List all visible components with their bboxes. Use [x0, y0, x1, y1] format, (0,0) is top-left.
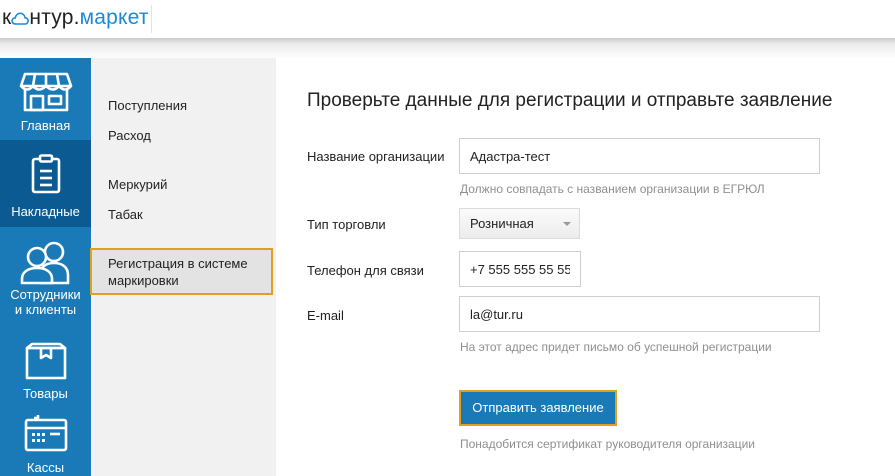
submenu-item-marking-registration[interactable]: Регистрация в системе маркировки: [90, 248, 273, 295]
sidebar-item-home[interactable]: Главная: [0, 58, 91, 140]
app-header: к нтур.маркет: [0, 0, 895, 38]
submenu-active-line1: Регистрация в системе: [108, 256, 248, 271]
submenu-item-mercury[interactable]: Меркурий: [108, 177, 167, 192]
sidebar-label-home: Главная: [20, 118, 71, 133]
sidebar-label-staff: Сотрудники: [10, 287, 81, 302]
email-label: E-mail: [307, 308, 344, 323]
header-shadow: [0, 38, 895, 58]
sidebar-label-invoices: Накладные: [11, 204, 80, 219]
storefront-icon: [19, 72, 72, 112]
submenu-item-receipts[interactable]: Поступления: [108, 98, 187, 113]
email-input[interactable]: [459, 296, 820, 332]
sidebar-item-cash-registers[interactable]: Кассы: [0, 407, 91, 476]
sidebar-item-staff-clients[interactable]: Сотрудники и клиенты: [0, 227, 91, 330]
sidebar-item-invoices[interactable]: Накладные: [0, 140, 91, 227]
submenu-item-tobacco[interactable]: Табак: [108, 207, 143, 222]
cloud-icon: [11, 12, 30, 25]
page-title: Проверьте данные для регистрации и отпра…: [307, 90, 833, 111]
org-name-input[interactable]: [459, 138, 820, 174]
logo-text-start: к: [2, 6, 12, 29]
header-divider: [151, 5, 152, 33]
submit-hint: Понадобится сертификат руководителя орга…: [460, 437, 756, 451]
org-name-label: Название организации: [307, 149, 445, 164]
people-icon: [20, 241, 69, 285]
box-icon: [25, 342, 66, 380]
clipboard-icon: [31, 154, 60, 194]
submit-button-label: Отправить заявление: [472, 400, 604, 415]
trade-type-value: Розничная: [470, 216, 534, 231]
sidebar-label-cash-registers: Кассы: [26, 460, 65, 475]
trade-type-label: Тип торговли: [307, 217, 386, 232]
email-hint: На этот адрес придет письмо об успешной …: [460, 340, 772, 354]
phone-label: Телефон для связи: [307, 263, 424, 278]
submit-application-button[interactable]: Отправить заявление: [459, 390, 617, 426]
phone-input[interactable]: [459, 251, 581, 287]
sidebar-label-clients: и клиенты: [14, 302, 77, 317]
chevron-down-icon: [563, 222, 571, 226]
submenu-item-expense[interactable]: Расход: [108, 128, 151, 143]
main-sidebar: Главная Накладные Сотрудники и клиенты Т…: [0, 58, 91, 476]
kontur-market-logo[interactable]: к нтур.маркет: [2, 6, 149, 30]
cash-register-icon: [24, 415, 67, 452]
org-name-hint: Должно совпадать с названием организации…: [460, 182, 765, 196]
submenu-active-line2: маркировки: [108, 273, 179, 288]
logo-text-market: маркет: [79, 6, 149, 29]
sidebar-label-goods: Товары: [23, 386, 68, 401]
sidebar-item-goods[interactable]: Товары: [0, 330, 91, 407]
trade-type-select[interactable]: Розничная: [459, 208, 580, 239]
logo-text-middle: нтур.: [29, 6, 80, 29]
